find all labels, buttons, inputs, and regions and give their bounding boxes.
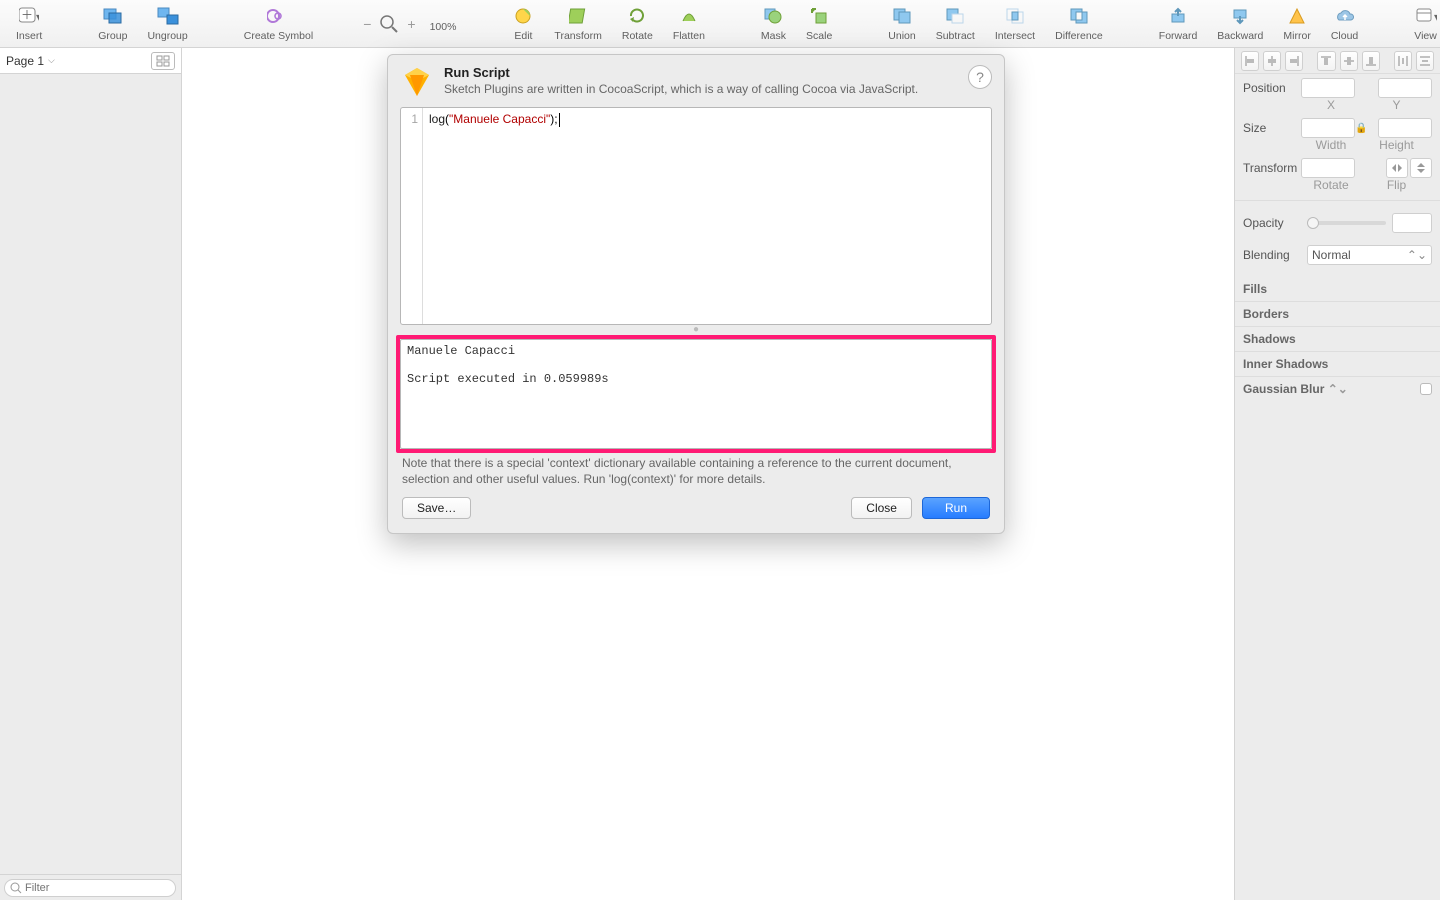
transform-label: Transform xyxy=(1243,161,1301,175)
borders-section[interactable]: Borders xyxy=(1235,301,1440,326)
script-output: Manuele Capacci Script executed in 0.059… xyxy=(400,339,992,449)
gaussian-blur-section[interactable]: Gaussian Blur ⌃⌄ xyxy=(1235,376,1440,401)
toolbar: ＋▾ Insert Group Ungroup Create Symbol − … xyxy=(0,0,1440,48)
scale-button[interactable]: Scale xyxy=(796,5,842,42)
difference-button[interactable]: Difference xyxy=(1045,5,1113,42)
view-button[interactable]: ▾ View xyxy=(1404,5,1440,42)
run-script-dialog: Run Script Sketch Plugins are written in… xyxy=(387,54,1005,534)
position-y-input[interactable] xyxy=(1378,78,1432,98)
create-symbol-label: Create Symbol xyxy=(244,30,313,42)
insert-label: Insert xyxy=(16,30,42,42)
lock-icon[interactable]: 🔒 xyxy=(1355,123,1367,134)
save-button[interactable]: Save… xyxy=(402,497,471,519)
backward-button[interactable]: Backward xyxy=(1207,5,1273,42)
run-button[interactable]: Run xyxy=(922,497,990,519)
chevron-updown-icon: ⌃⌄ xyxy=(1407,248,1427,262)
fills-section[interactable]: Fills xyxy=(1235,277,1440,301)
align-top-button[interactable] xyxy=(1317,51,1335,71)
line-gutter: 1 xyxy=(401,108,423,324)
width-input[interactable] xyxy=(1301,118,1355,138)
align-hcenter-button[interactable] xyxy=(1263,51,1281,71)
group-button[interactable]: Group xyxy=(88,5,137,42)
distribute-h-button[interactable] xyxy=(1394,51,1412,71)
chevron-updown-icon: ⌃⌄ xyxy=(1328,382,1348,396)
shadows-section[interactable]: Shadows xyxy=(1235,326,1440,351)
opacity-label: Opacity xyxy=(1243,216,1301,230)
position-label: Position xyxy=(1243,81,1301,95)
dialog-subtitle: Sketch Plugins are written in CocoaScrip… xyxy=(444,82,918,96)
rotate-button[interactable]: Rotate xyxy=(612,5,663,42)
intersect-button[interactable]: Intersect xyxy=(985,5,1045,42)
page-name: Page 1 xyxy=(6,54,44,68)
union-button[interactable]: Union xyxy=(878,5,925,42)
rotate-input[interactable] xyxy=(1301,158,1355,178)
magnifier-icon xyxy=(379,14,399,34)
insert-button[interactable]: ＋▾ Insert xyxy=(6,5,52,42)
dialog-title: Run Script xyxy=(444,65,918,80)
zoom-level-label: 100% xyxy=(430,21,457,33)
splitter-handle[interactable]: ● xyxy=(388,325,1004,333)
blending-select[interactable]: Normal ⌃⌄ xyxy=(1307,245,1432,265)
svg-text:▾: ▾ xyxy=(1434,10,1437,24)
chevron-down-icon: ⌵ xyxy=(48,55,55,66)
artboard-grid-icon[interactable] xyxy=(151,52,175,70)
flip-h-button[interactable] xyxy=(1386,158,1408,178)
distribute-v-button[interactable] xyxy=(1416,51,1434,71)
svg-text:▾: ▾ xyxy=(36,10,39,24)
cloud-button[interactable]: Cloud xyxy=(1321,5,1368,42)
sketch-app-icon xyxy=(400,65,434,99)
search-icon xyxy=(10,882,22,894)
layer-filter-input[interactable] xyxy=(4,879,176,897)
align-right-button[interactable] xyxy=(1285,51,1303,71)
edit-button[interactable]: Edit xyxy=(502,5,544,42)
zoom-in-button[interactable]: + xyxy=(403,16,419,32)
flatten-button[interactable]: Flatten xyxy=(663,5,715,42)
transform-button[interactable]: Transform xyxy=(544,5,611,42)
height-input[interactable] xyxy=(1378,118,1432,138)
zoom-controls: − + xyxy=(359,14,419,34)
opacity-slider[interactable] xyxy=(1307,221,1386,225)
page-selector[interactable]: Page 1 ⌵ xyxy=(6,54,151,68)
ungroup-button[interactable]: Ungroup xyxy=(137,5,197,42)
inspector-panel: Position XY Size 🔒 WidthHeight Transform… xyxy=(1234,48,1440,900)
group-label: Group xyxy=(98,30,127,42)
layers-sidebar: Page 1 ⌵ 0 0 xyxy=(0,48,182,900)
inner-shadows-section[interactable]: Inner Shadows xyxy=(1235,351,1440,376)
size-label: Size xyxy=(1243,121,1301,135)
align-vcenter-button[interactable] xyxy=(1340,51,1358,71)
zoom-out-button[interactable]: − xyxy=(359,16,375,32)
dialog-note: Note that there is a special 'context' d… xyxy=(388,453,1004,497)
mirror-button[interactable]: Mirror xyxy=(1273,5,1320,42)
code-content[interactable]: log("Manuele Capacci"); xyxy=(423,108,991,324)
create-symbol-button[interactable]: Create Symbol xyxy=(234,5,323,42)
mask-button[interactable]: Mask xyxy=(751,5,796,42)
svg-text:＋: ＋ xyxy=(21,8,33,22)
close-button[interactable]: Close xyxy=(851,497,912,519)
flip-v-button[interactable] xyxy=(1410,158,1432,178)
forward-button[interactable]: Forward xyxy=(1149,5,1208,42)
help-button[interactable]: ? xyxy=(968,65,992,89)
position-x-input[interactable] xyxy=(1301,78,1355,98)
align-bottom-button[interactable] xyxy=(1362,51,1380,71)
script-editor[interactable]: 1 log("Manuele Capacci"); xyxy=(400,107,992,325)
ungroup-label: Ungroup xyxy=(147,30,187,42)
align-left-button[interactable] xyxy=(1241,51,1259,71)
gaussian-blur-checkbox[interactable] xyxy=(1420,383,1432,395)
opacity-input[interactable] xyxy=(1392,213,1432,233)
blending-label: Blending xyxy=(1243,248,1301,262)
subtract-button[interactable]: Subtract xyxy=(926,5,985,42)
